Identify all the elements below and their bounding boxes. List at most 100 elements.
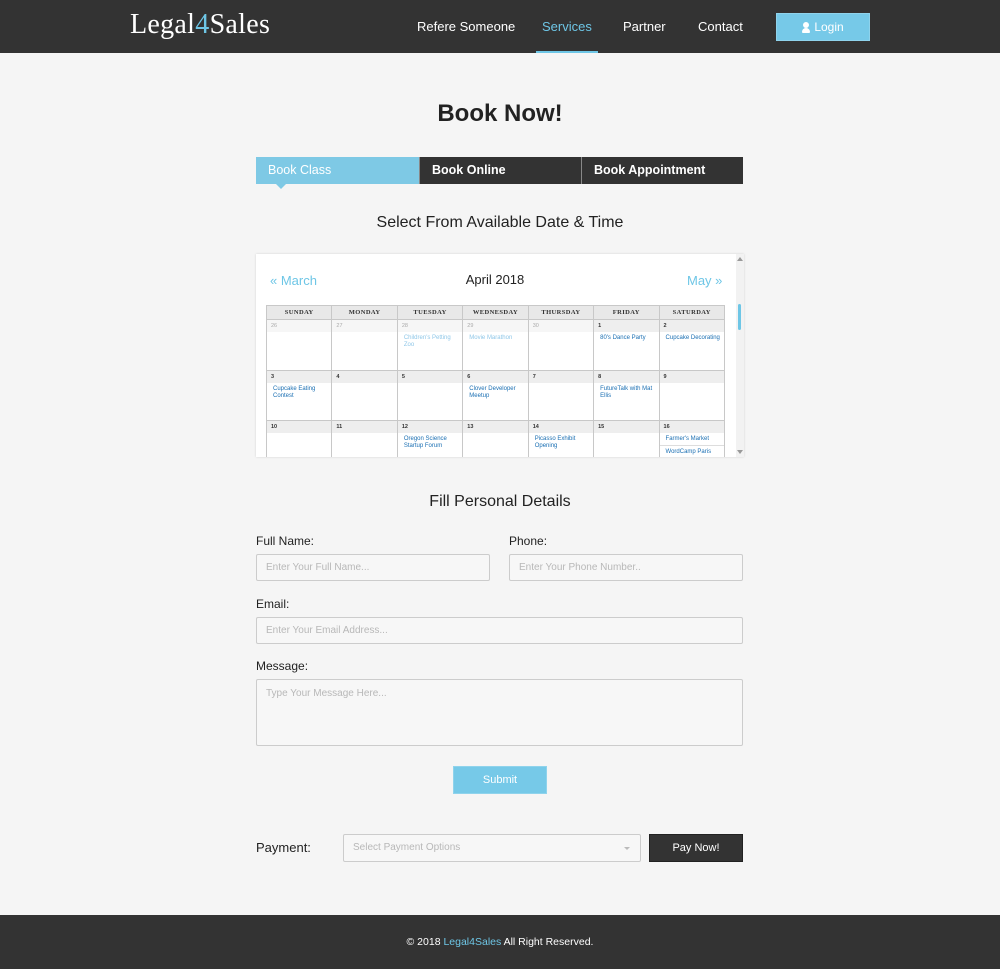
weekday-header: FRIDAY bbox=[593, 305, 660, 320]
day-number: 1 bbox=[594, 320, 659, 332]
calendar-day-cell[interactable]: 27 bbox=[331, 319, 398, 371]
calendar-day-cell[interactable]: 1 80's Dance Party bbox=[593, 319, 660, 371]
calendar-day-cell[interactable]: 8 FutureTalk with Mat Ellis bbox=[593, 369, 660, 421]
calendar-day-cell[interactable]: 3 Cupcake Eating Contest bbox=[265, 369, 333, 421]
calendar-day-cell[interactable]: 12 Oregon Science Startup Forum bbox=[396, 420, 464, 457]
full-name-label: Full Name: bbox=[256, 534, 315, 548]
phone-input[interactable] bbox=[509, 554, 743, 581]
scroll-down-arrow-icon[interactable] bbox=[737, 450, 743, 454]
day-number: 6 bbox=[463, 370, 528, 383]
calendar-day-cell[interactable]: 5 bbox=[396, 369, 464, 421]
day-number: 26 bbox=[267, 320, 332, 332]
day-number: 11 bbox=[332, 421, 397, 433]
footer-rights: All Right Reserved. bbox=[501, 936, 594, 948]
full-name-input[interactable] bbox=[256, 554, 490, 581]
calendar-event-link[interactable]: Children's Petting Zoo bbox=[398, 332, 462, 349]
event-calendar: « March April 2018 May » SUNDAY MONDAY TUE… bbox=[256, 254, 744, 457]
user-icon bbox=[802, 21, 811, 33]
calendar-event-link[interactable]: Clover Developer Meetup bbox=[463, 383, 527, 400]
submit-button[interactable]: Submit bbox=[453, 766, 547, 794]
calendar-event-link[interactable]: Movie Marathon bbox=[463, 332, 527, 342]
tab-book-online[interactable]: Book Online bbox=[419, 157, 581, 184]
day-number: 10 bbox=[267, 421, 332, 433]
calendar-day-cell[interactable]: 28 Children's Petting Zoo bbox=[396, 319, 464, 371]
calendar-event-link[interactable]: FutureTalk with Mat Ellis bbox=[594, 383, 658, 400]
weekday-header: MONDAY bbox=[331, 305, 398, 320]
calendar-week-row: 26 27 28 Children's Petting Zoo 29 Movie Mara… bbox=[265, 319, 726, 371]
calendar-event-link[interactable]: Picasso Exhibit Opening bbox=[529, 433, 593, 450]
scroll-thumb[interactable] bbox=[738, 304, 741, 330]
calendar-day-cell[interactable]: 7 bbox=[527, 369, 595, 421]
email-label: Email: bbox=[256, 597, 290, 611]
calendar-day-cell[interactable]: 16 Farmer's Market WordCamp Paris bbox=[658, 420, 726, 457]
payment-select[interactable]: Select Payment Options bbox=[343, 834, 641, 862]
calendar-week-row: 3 Cupcake Eating Contest 4 5 6 Clover Develop… bbox=[265, 369, 726, 421]
login-button[interactable]: Login bbox=[776, 13, 870, 41]
calendar-day-cell[interactable]: 15 bbox=[593, 420, 660, 457]
calendar-day-cell[interactable]: 11 bbox=[331, 420, 398, 457]
phone-label: Phone: bbox=[509, 534, 548, 548]
day-number: 13 bbox=[463, 421, 528, 433]
calendar-day-cell[interactable]: 26 bbox=[265, 319, 333, 371]
tab-book-class[interactable]: Book Class bbox=[256, 157, 419, 189]
message-label: Message: bbox=[256, 659, 309, 673]
weekday-header: WEDNESDAY bbox=[462, 305, 529, 320]
calendar-day-cell[interactable]: 9 bbox=[658, 369, 726, 421]
day-number: 2 bbox=[659, 320, 724, 332]
chevron-down-icon bbox=[624, 847, 630, 850]
page-title: Book Now! bbox=[437, 100, 563, 127]
site-header: Legal4Sales Refere Someone Services Part… bbox=[0, 0, 1000, 53]
calendar-heading: Select From Available Date & Time bbox=[376, 214, 624, 231]
payment-select-placeholder: Select Payment Options bbox=[353, 842, 461, 853]
site-footer: © 2018 Legal4Sales All Right Reserved. bbox=[0, 915, 1000, 969]
day-number: 7 bbox=[528, 370, 594, 383]
calendar-day-cell[interactable]: 30 bbox=[527, 319, 595, 371]
details-heading: Fill Personal Details bbox=[429, 493, 571, 510]
calendar-day-cell[interactable]: 10 bbox=[265, 420, 333, 457]
calendar-day-cell[interactable]: 14 Picasso Exhibit Opening bbox=[527, 420, 595, 457]
footer-brand-link[interactable]: Legal4Sales bbox=[443, 936, 501, 948]
day-number: 30 bbox=[528, 320, 594, 332]
calendar-event-link[interactable]: Cupcake Eating Contest bbox=[267, 383, 331, 400]
calendar-day-cell[interactable]: 29 Movie Marathon bbox=[462, 319, 529, 371]
email-input[interactable] bbox=[256, 617, 743, 644]
day-number: 28 bbox=[397, 320, 463, 332]
calendar-day-cell[interactable]: 13 bbox=[462, 420, 529, 457]
day-number: 14 bbox=[528, 421, 594, 433]
weekday-header: THURSDAY bbox=[527, 305, 595, 320]
calendar-event-link[interactable]: Cupcake Decorating bbox=[660, 332, 724, 342]
calendar-event-link[interactable]: Farmer's Market bbox=[660, 433, 724, 443]
calendar-grid: SUNDAY MONDAY TUESDAY WEDNESDAY THURSDAY FRID… bbox=[265, 305, 726, 457]
calendar-event-link[interactable]: Oregon Science Startup Forum bbox=[398, 433, 462, 450]
nav-refere-someone[interactable]: Refere Someone bbox=[417, 0, 515, 53]
logo-text-4: 4 bbox=[195, 9, 210, 40]
login-label: Login bbox=[814, 20, 844, 34]
day-number: 8 bbox=[594, 370, 659, 383]
day-number: 5 bbox=[397, 370, 463, 383]
next-month-link[interactable]: May » bbox=[687, 273, 722, 288]
nav-services[interactable]: Services bbox=[536, 0, 598, 53]
calendar-week-row: 10 11 12 Oregon Science Startup Forum 13 14 Pi… bbox=[265, 420, 726, 457]
calendar-month-title: April 2018 bbox=[465, 272, 525, 287]
message-textarea[interactable] bbox=[256, 679, 743, 746]
booking-tabs: Book Class Book Online Book Appointment bbox=[256, 157, 743, 189]
scroll-up-arrow-icon[interactable] bbox=[737, 257, 743, 261]
footer-copyright: © 2018 bbox=[406, 936, 444, 948]
tab-book-appointment[interactable]: Book Appointment bbox=[581, 157, 743, 184]
calendar-event-link[interactable]: WordCamp Paris bbox=[659, 445, 724, 456]
site-logo[interactable]: Legal4Sales bbox=[130, 9, 270, 41]
day-number: 3 bbox=[267, 370, 332, 383]
weekday-header: SUNDAY bbox=[265, 305, 333, 320]
weekday-header: SATURDAY bbox=[658, 305, 726, 320]
calendar-day-cell[interactable]: 2 Cupcake Decorating bbox=[658, 319, 726, 371]
pay-now-button[interactable]: Pay Now! bbox=[649, 834, 743, 862]
logo-text-legal: Legal bbox=[130, 9, 196, 40]
day-number: 4 bbox=[332, 370, 397, 383]
calendar-event-link[interactable]: 80's Dance Party bbox=[594, 332, 658, 342]
calendar-day-cell[interactable]: 4 bbox=[331, 369, 398, 421]
calendar-day-cell[interactable]: 6 Clover Developer Meetup bbox=[462, 369, 529, 421]
day-number: 15 bbox=[594, 421, 659, 433]
calendar-scrollbar[interactable] bbox=[736, 254, 744, 457]
nav-contact[interactable]: Contact bbox=[698, 0, 743, 53]
nav-partner[interactable]: Partner bbox=[623, 0, 666, 53]
